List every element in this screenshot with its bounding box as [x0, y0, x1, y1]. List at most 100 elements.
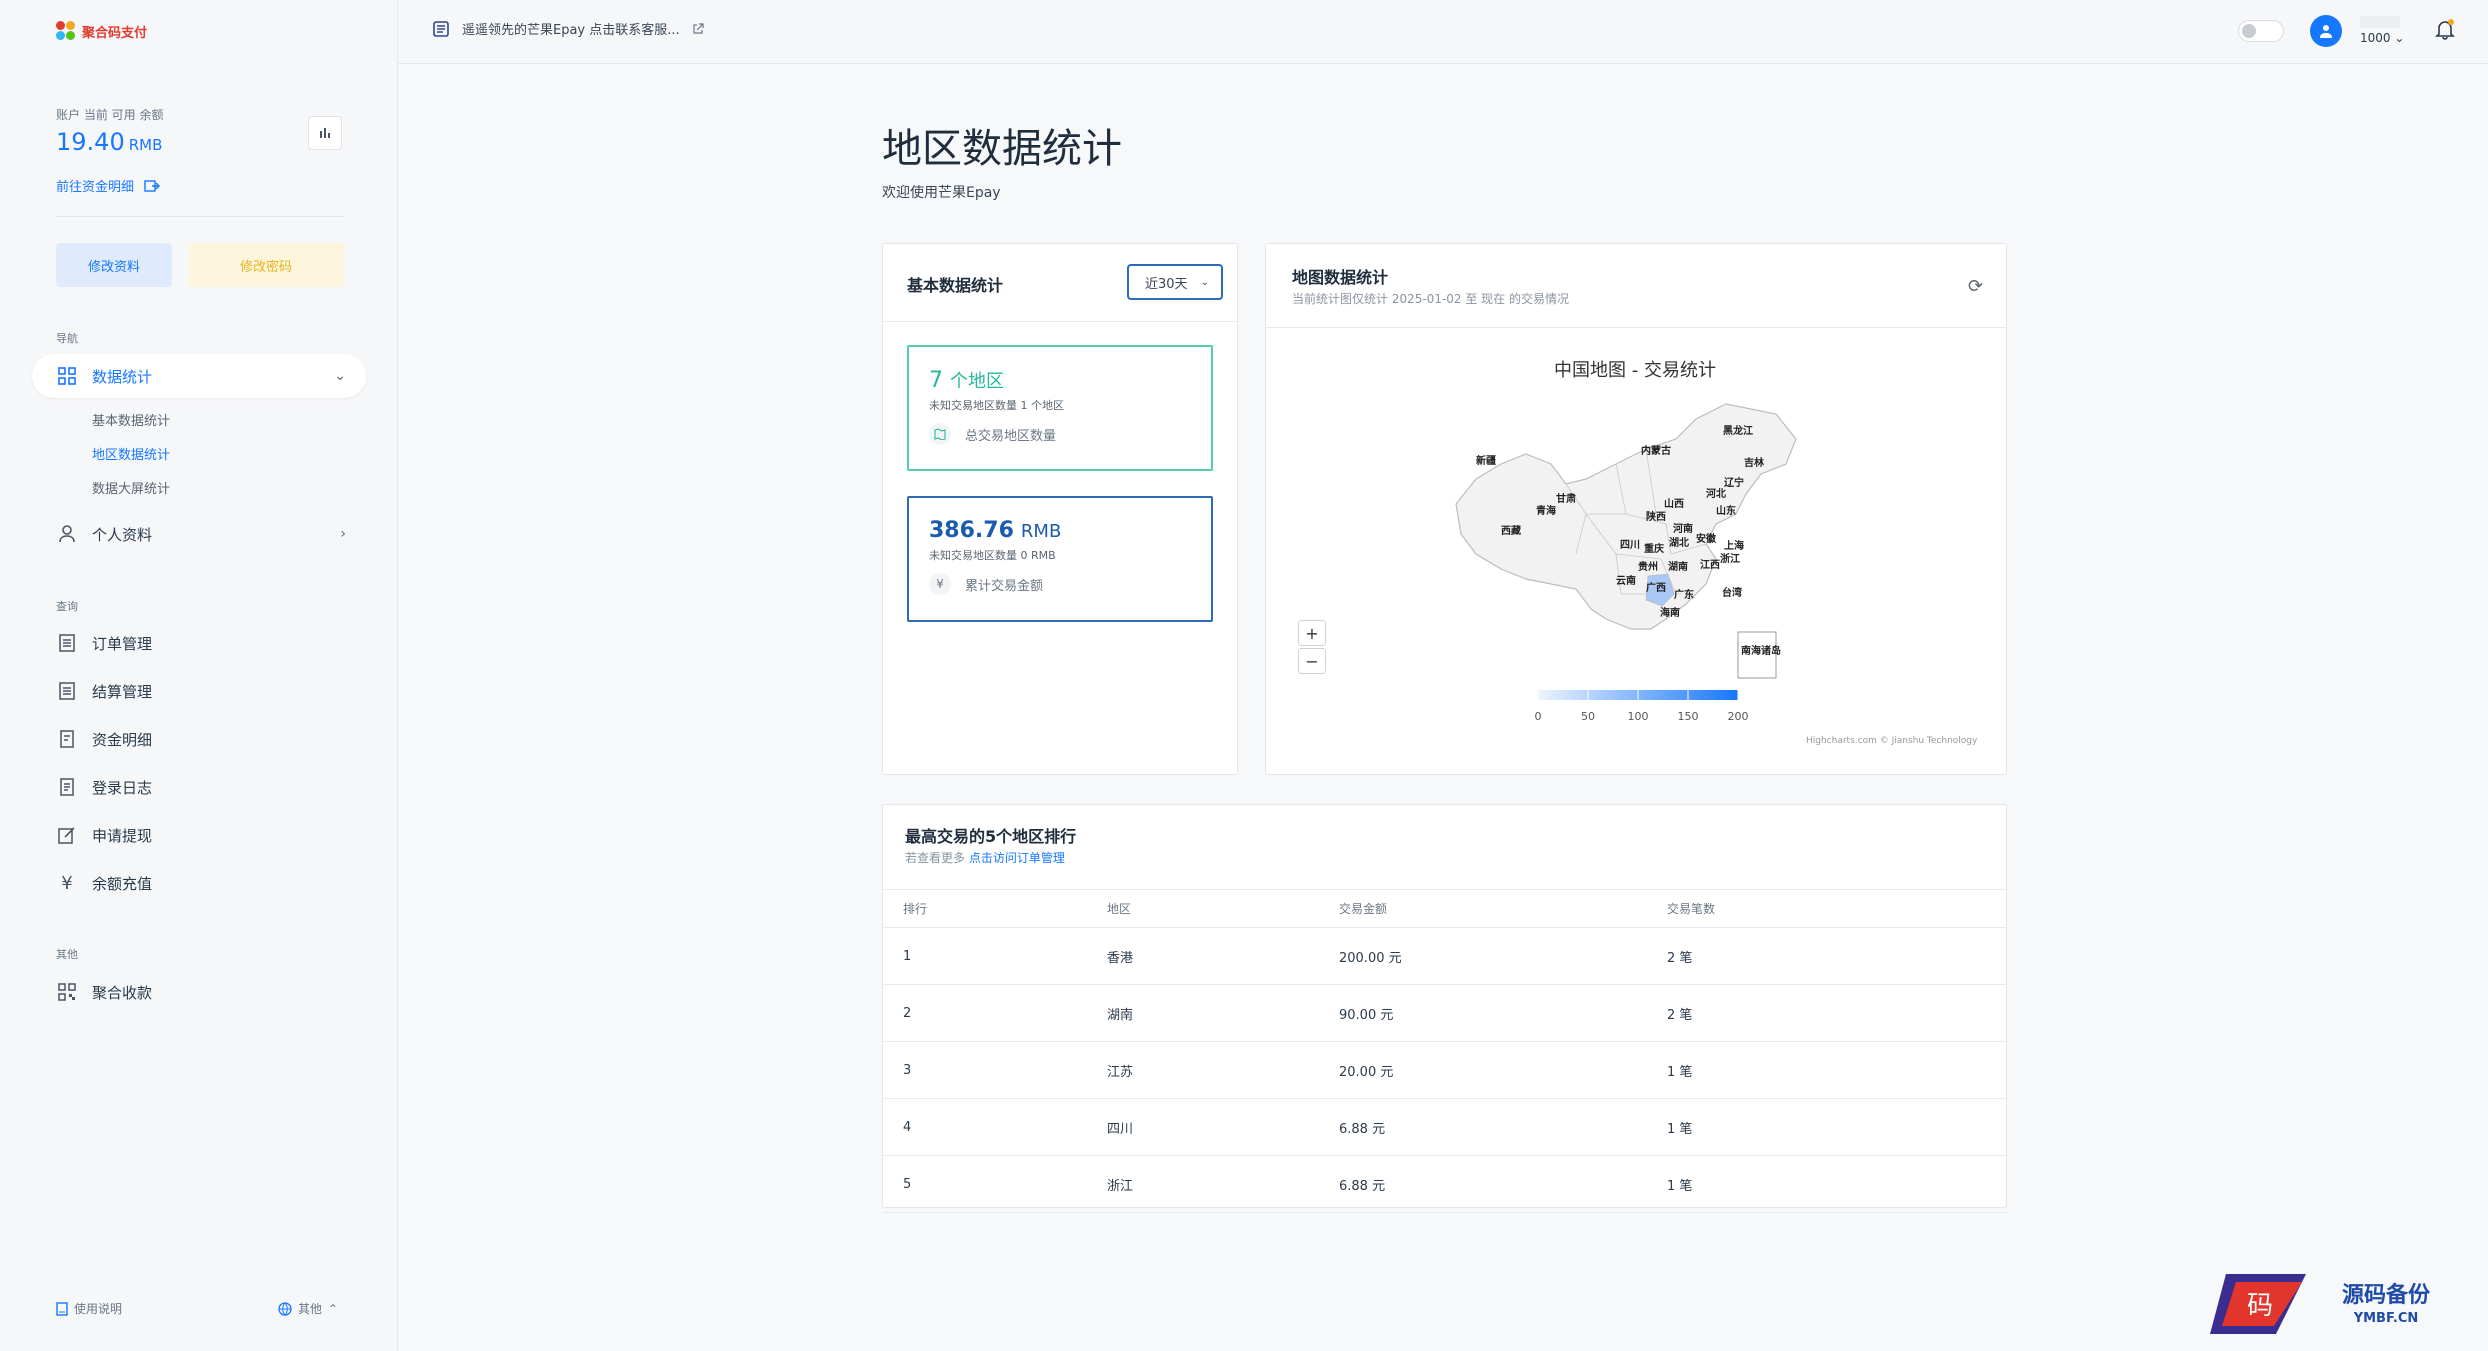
nav-login-log[interactable]: 登录日志	[56, 769, 346, 805]
document-icon	[56, 776, 78, 798]
theme-toggle[interactable]	[2238, 20, 2284, 42]
chevron-down-icon: ⌄	[334, 368, 346, 384]
bar-chart-button[interactable]	[308, 116, 342, 150]
user-name-mask	[2360, 16, 2400, 28]
list-icon	[56, 680, 78, 702]
province-label: 辽宁	[1724, 476, 1744, 489]
region-count-box: 7 个地区 未知交易地区数量 1 个地区 总交易地区数量	[907, 345, 1213, 471]
divider	[56, 216, 344, 217]
brand-name: 聚合码支付	[82, 25, 148, 41]
notification-bell-icon[interactable]	[2434, 18, 2458, 42]
watermark-url: YMBF.CN	[2353, 1311, 2419, 1326]
table-row: 5 浙江 6.88 元1 笔	[883, 1155, 2006, 1213]
province-label: 浙江	[1720, 552, 1740, 565]
sub-basic-stats[interactable]: 基本数据统计	[92, 410, 170, 429]
bar-chart-icon	[320, 128, 330, 138]
province-label: 陕西	[1646, 510, 1666, 523]
province-label: 台湾	[1722, 586, 1742, 599]
province-label: 上海	[1724, 539, 1744, 552]
sub-screen-stats[interactable]: 数据大屏统计	[92, 478, 170, 497]
watermark-glyph: 码	[2247, 1291, 2273, 1321]
user-icon	[2320, 25, 2332, 38]
orders-link[interactable]: 点击访问订单管理	[969, 851, 1065, 865]
province-label: 山西	[1664, 497, 1684, 510]
notice-icon	[433, 20, 449, 37]
refresh-icon[interactable]: ⟳	[1968, 276, 1983, 297]
legend-tick: 100	[1628, 710, 1649, 723]
province-label: 吉林	[1744, 456, 1765, 469]
globe-icon	[278, 1301, 292, 1316]
nav-settlement[interactable]: 结算管理	[56, 673, 346, 709]
section-query-label: 查询	[56, 600, 78, 613]
notice-link[interactable]: 遥遥领先的芒果Epay 点击联系客服...	[432, 19, 704, 38]
amount-total-box: 386.76 RMB 未知交易地区数量 0 RMB ¥ 累计交易金额	[907, 496, 1213, 622]
province-label: 西藏	[1501, 524, 1521, 537]
watermark-logo: 码 源码备份 YMBF.CN	[2210, 1274, 2431, 1334]
card-title: 基本数据统计	[907, 276, 1004, 295]
chevron-down-icon: ⌄	[1200, 276, 1209, 288]
province-label: 安徽	[1696, 532, 1717, 545]
col-amount: 交易金额	[1339, 889, 1667, 928]
province-label: 湖南	[1668, 560, 1688, 573]
nav-aggregate-collect[interactable]: 聚合收款	[56, 974, 346, 1010]
page-title: 地区数据统计	[882, 126, 1122, 172]
ranking-table: 排行 地区 交易金额 交易笔数 1 香港 200.00 元2 笔 2 湖南 90.00 …	[883, 889, 2006, 1213]
book-icon	[56, 1301, 68, 1316]
map-title: 中国地图 - 交易统计	[1554, 360, 1716, 381]
external-link-icon	[693, 22, 704, 34]
nav-recharge[interactable]: ¥ 余额充值	[56, 865, 346, 901]
col-region: 地区	[1107, 889, 1339, 928]
province-label: 河北	[1706, 487, 1726, 500]
ranking-title: 最高交易的5个地区排行	[905, 827, 1077, 846]
nav-profile[interactable]: 个人资料 ›	[56, 516, 346, 552]
china-map[interactable]: 黑龙江吉林辽宁 内蒙古新疆甘肃青海 河北山西山东 陕西河南 西藏四川 重庆湖北 安徽上海浙江…	[1416, 394, 1876, 734]
province-label: 江西	[1700, 558, 1720, 571]
ranking-card: 最高交易的5个地区排行 若查看更多 点击访问订单管理 排行 地区 交易金额 交易…	[882, 804, 2007, 1213]
table-row: 4 四川 6.88 元1 笔	[883, 1098, 2006, 1156]
zoom-out-button[interactable]: −	[1298, 648, 1326, 674]
nav-data-stats[interactable]: 数据统计 ⌄	[56, 358, 346, 394]
topbar: 遥遥领先的芒果Epay 点击联系客服... 1000 ⌄	[398, 0, 2488, 64]
language-switch[interactable]: 其他 ⌃	[278, 1300, 338, 1317]
nav-funds[interactable]: 资金明细	[56, 721, 346, 757]
chevron-up-icon: ⌃	[328, 1301, 339, 1316]
province-label: 四川	[1620, 539, 1640, 551]
user-icon	[56, 523, 78, 545]
chevron-right-icon: ›	[340, 526, 346, 542]
page-subtitle: 欢迎使用芒果Epay	[882, 185, 1001, 201]
ranking-subtitle: 若查看更多 点击访问订单管理	[905, 851, 1065, 865]
map-icon	[929, 423, 951, 445]
province-label: 内蒙古	[1641, 444, 1671, 457]
help-link[interactable]: 使用说明	[56, 1300, 122, 1317]
province-label: 云南	[1616, 574, 1636, 587]
avatar[interactable]	[2310, 15, 2342, 47]
province-label: 海南	[1660, 606, 1680, 619]
province-label: 河南	[1673, 522, 1693, 535]
brand-logo[interactable]: 聚合码支付	[56, 20, 147, 42]
province-label: 广东	[1674, 588, 1694, 601]
document-icon	[56, 728, 78, 750]
user-menu[interactable]: 1000 ⌄	[2360, 31, 2404, 45]
edit-icon	[56, 824, 78, 846]
section-other-label: 其他	[56, 948, 78, 961]
unknown-amount-line: 未知交易地区数量 0 RMB	[929, 549, 1056, 562]
legend-tick: 0	[1535, 710, 1542, 723]
section-nav-label: 导航	[56, 332, 78, 345]
province-label: 山东	[1716, 504, 1736, 517]
sidebar: 聚合码支付 账户 当前 可用 余额 19.40 RMB 前往资金明细 修改资料 修…	[0, 0, 398, 1351]
nav-withdraw[interactable]: 申请提现	[56, 817, 346, 853]
grid-icon	[56, 365, 78, 387]
sub-region-stats[interactable]: 地区数据统计	[92, 444, 170, 463]
map-credits[interactable]: Highcharts.com © Jianshu Technology	[1806, 736, 1977, 746]
nav-orders[interactable]: 订单管理	[56, 625, 346, 661]
province-label: 新疆	[1476, 454, 1496, 467]
fund-detail-link[interactable]: 前往资金明细	[56, 176, 161, 195]
amount-total-value: 386.76 RMB	[929, 518, 1062, 543]
color-legend: 0 50 100 150 200	[1535, 690, 1748, 723]
date-range-select[interactable]: 近30天 ⌄	[1127, 264, 1223, 300]
zoom-in-button[interactable]: +	[1298, 620, 1326, 646]
edit-profile-button[interactable]: 修改资料	[56, 243, 172, 287]
table-row: 3 江苏 20.00 元1 笔	[883, 1041, 2006, 1099]
col-rank: 排行	[883, 889, 1107, 928]
edit-password-button[interactable]: 修改密码	[188, 243, 344, 287]
